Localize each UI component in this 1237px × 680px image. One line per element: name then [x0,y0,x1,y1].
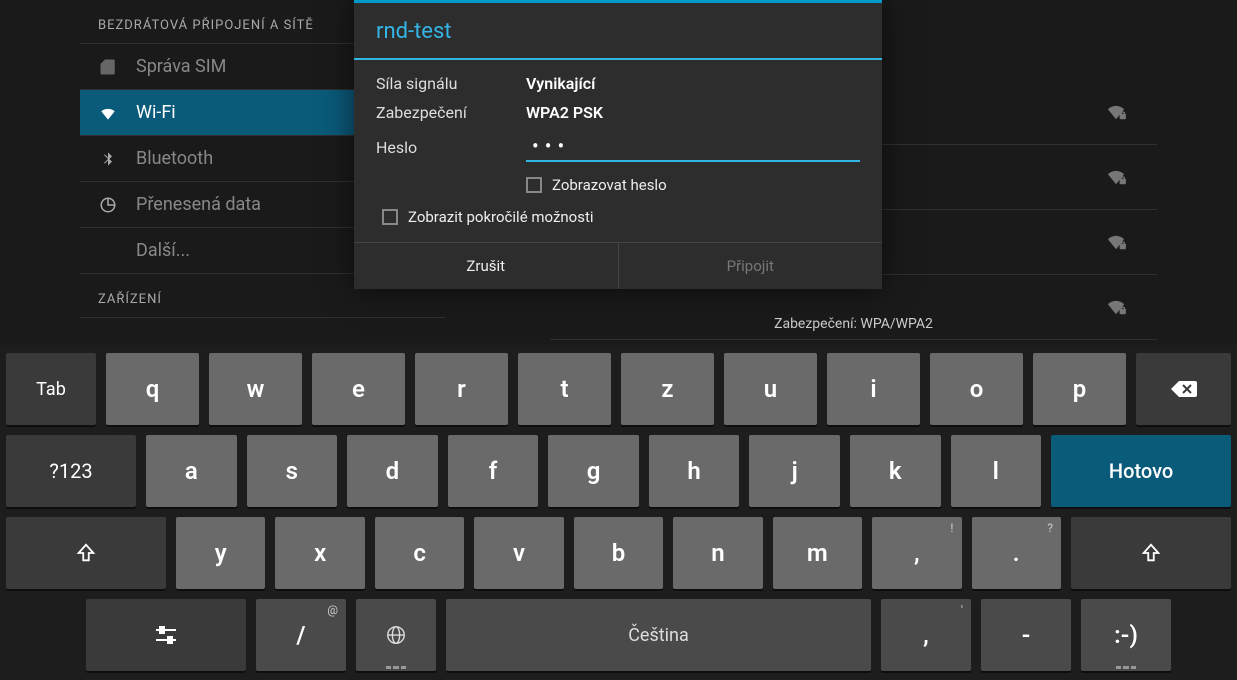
key-smile[interactable]: :-) [1081,599,1171,671]
key-e[interactable]: e [312,353,405,425]
key-h[interactable]: h [649,435,740,507]
password-label: Heslo [376,138,526,157]
advanced-checkbox[interactable] [382,209,398,225]
key-i[interactable]: i [827,353,920,425]
key-tab[interactable]: Tab [6,353,96,425]
sidebar-item-label: Další... [136,240,190,261]
wifi-signal-lock-icon [1105,168,1127,186]
cancel-button[interactable]: Zrušit [354,243,619,289]
key-dash[interactable]: - [981,599,1071,671]
key-b[interactable]: b [574,517,663,589]
connect-button[interactable]: Připojit [619,243,883,289]
shift-icon [75,542,97,564]
sidebar-item-label: Přenesená data [136,194,261,215]
key-j[interactable]: j [749,435,840,507]
key-comma2[interactable]: ', [881,599,971,671]
key-comma[interactable]: !, [872,517,961,589]
dialog-body: Síla signálu Vynikající Zabezpečení WPA2… [354,60,882,242]
key-hint: @ [327,603,338,617]
settings-sliders-icon [154,625,178,645]
key-shift-right[interactable] [1071,517,1231,589]
key-q[interactable]: q [106,353,199,425]
key-label: . [1013,539,1020,567]
sidebar-item-label: Správa SIM [136,56,226,77]
key-label: , [923,621,929,649]
security-value: WPA2 PSK [526,103,603,122]
key-backspace[interactable] [1136,353,1231,425]
key-slash[interactable]: @/ [256,599,346,671]
key-shift-left[interactable] [6,517,166,589]
key-x[interactable]: x [275,517,364,589]
key-o[interactable]: o [930,353,1023,425]
backspace-icon [1169,379,1199,399]
advanced-label: Zobrazit pokročilé možnosti [408,208,594,226]
key-t[interactable]: t [518,353,611,425]
dialog-button-bar: Zrušit Připojit [354,242,882,289]
key-z[interactable]: z [621,353,714,425]
wifi-icon [98,103,118,123]
keyboard: Tab q w e r t z u i o p ?123 a s d f g h… [0,345,1237,680]
key-c[interactable]: c [375,517,464,589]
security-label: Zabezpečení [376,103,526,122]
key-period[interactable]: ?. [972,517,1061,589]
key-u[interactable]: u [724,353,817,425]
signal-value: Vynikající [526,74,595,93]
popup-indicator [386,666,406,669]
wifi-signal-lock-icon [1105,298,1127,316]
bluetooth-icon [98,149,118,169]
dialog-title: rnd-test [354,3,882,60]
show-password-label: Zobrazovat heslo [552,176,667,194]
key-label: , [914,539,920,567]
key-w[interactable]: w [209,353,302,425]
key-f[interactable]: f [448,435,539,507]
show-password-checkbox[interactable] [526,177,542,193]
wifi-signal-lock-icon [1105,233,1127,251]
key-d[interactable]: d [347,435,438,507]
password-input[interactable] [526,132,860,162]
signal-label: Síla signálu [376,74,526,93]
advanced-options-row[interactable]: Zobrazit pokročilé možnosti [382,208,860,226]
sidebar-item-label: Wi-Fi [136,102,176,123]
key-symbols[interactable]: ?123 [6,435,136,507]
key-hint: ! [950,521,953,535]
spacer-icon [98,241,118,261]
key-label: :-) [1114,621,1138,649]
key-r[interactable]: r [415,353,508,425]
key-n[interactable]: n [673,517,762,589]
network-subtitle: Zabezpečení: WPA/WPA2 [550,316,1157,332]
key-v[interactable]: v [474,517,563,589]
key-label: / [296,621,305,649]
sim-icon [98,57,118,77]
key-settings[interactable] [86,599,246,671]
key-language[interactable] [356,599,436,671]
popup-indicator [1116,666,1136,669]
key-s[interactable]: s [247,435,338,507]
data-usage-icon [98,195,118,215]
key-space[interactable]: Čeština [446,599,871,671]
wifi-connect-dialog: rnd-test Síla signálu Vynikající Zabezpe… [354,0,882,289]
key-done[interactable]: Hotovo [1051,435,1231,507]
key-l[interactable]: l [951,435,1042,507]
sidebar-item-label: Bluetooth [136,148,213,169]
key-y[interactable]: y [176,517,265,589]
shift-icon [1140,542,1162,564]
key-hint: ' [961,603,963,617]
show-password-row[interactable]: Zobrazovat heslo [526,176,860,194]
key-hint: ? [1047,521,1053,535]
wifi-signal-lock-icon [1105,103,1127,121]
key-p[interactable]: p [1033,353,1126,425]
key-k[interactable]: k [850,435,941,507]
key-a[interactable]: a [146,435,237,507]
key-g[interactable]: g [548,435,639,507]
globe-icon [385,624,407,646]
key-m[interactable]: m [773,517,862,589]
